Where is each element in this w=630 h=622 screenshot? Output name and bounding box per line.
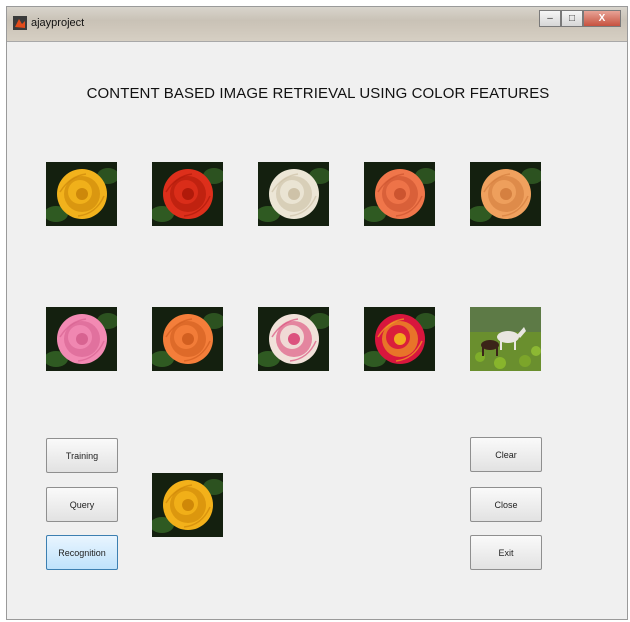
result-image-6 bbox=[46, 307, 117, 371]
app-window: ajayproject – □ X CONTENT BASED IMAGE RE… bbox=[6, 6, 628, 620]
result-image-2 bbox=[152, 162, 223, 226]
clear-button[interactable]: Clear bbox=[470, 437, 542, 472]
red-magenta-rose-image bbox=[364, 307, 435, 371]
result-image-8 bbox=[258, 307, 329, 371]
title-bar: ajayproject – □ X bbox=[7, 7, 627, 42]
result-image-9 bbox=[364, 307, 435, 371]
result-image-3 bbox=[258, 162, 329, 226]
query-yellow-rose-image bbox=[152, 473, 223, 537]
query-button[interactable]: Query bbox=[46, 487, 118, 522]
maximize-icon[interactable]: □ bbox=[561, 10, 583, 27]
horses-image bbox=[470, 307, 541, 371]
query-image bbox=[152, 473, 223, 537]
exit-button[interactable]: Exit bbox=[470, 535, 542, 570]
red-rose-image bbox=[152, 162, 223, 226]
page-title: CONTENT BASED IMAGE RETRIEVAL USING COLO… bbox=[86, 85, 550, 102]
matlab-figure-icon bbox=[13, 16, 27, 30]
white-rose-image bbox=[258, 162, 329, 226]
close-window-button[interactable]: X bbox=[583, 10, 621, 27]
result-image-10 bbox=[470, 307, 541, 371]
coral-rose-image bbox=[364, 162, 435, 226]
pink-white-rose-image bbox=[258, 307, 329, 371]
training-button[interactable]: Training bbox=[46, 438, 118, 473]
result-image-1 bbox=[46, 162, 117, 226]
recognition-button[interactable]: Recognition bbox=[46, 535, 118, 570]
peach-rose-image bbox=[470, 162, 541, 226]
window-title: ajayproject bbox=[31, 17, 85, 29]
orange-rose-image bbox=[152, 307, 223, 371]
yellow-rose-image bbox=[46, 162, 117, 226]
result-image-7 bbox=[152, 307, 223, 371]
pink-rose-image bbox=[46, 307, 117, 371]
result-image-5 bbox=[470, 162, 541, 226]
minimize-icon[interactable]: – bbox=[539, 10, 561, 27]
close-button[interactable]: Close bbox=[470, 487, 542, 522]
result-image-4 bbox=[364, 162, 435, 226]
